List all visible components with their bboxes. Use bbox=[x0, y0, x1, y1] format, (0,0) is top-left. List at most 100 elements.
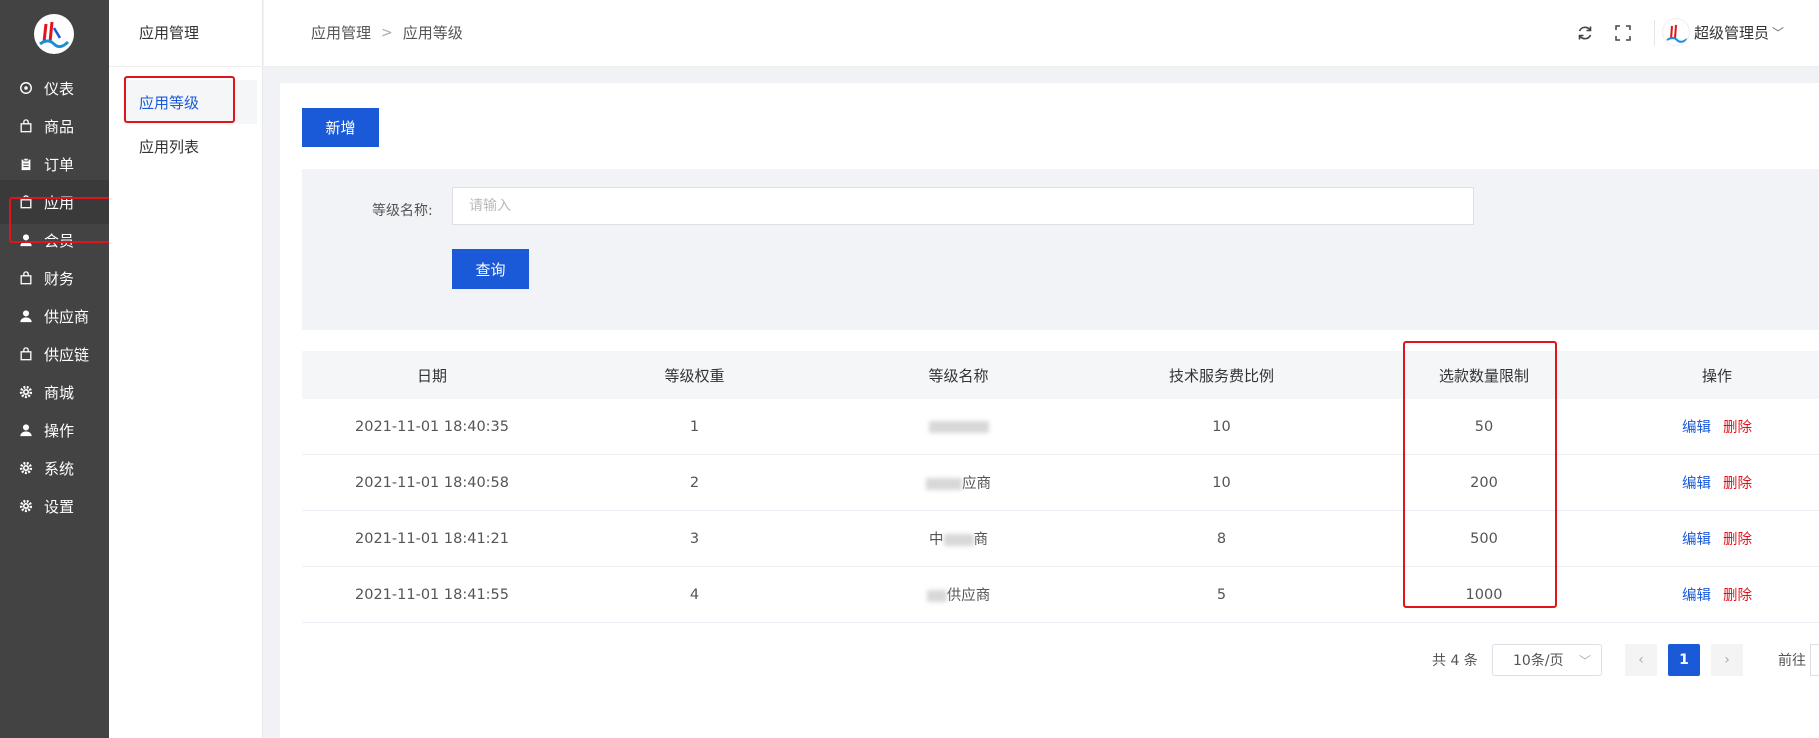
limit-cell: 1000 bbox=[1465, 586, 1503, 603]
sidebar-item-label: 操作 bbox=[44, 421, 75, 440]
limit-cell: 50 bbox=[1474, 418, 1494, 435]
actions-cell: 编辑 删除 bbox=[1615, 528, 1819, 549]
date-cell: 2021-11-01 18:40:58 bbox=[355, 474, 509, 491]
column-header: 操作 bbox=[1701, 366, 1732, 385]
edit-button[interactable]: 编辑 bbox=[1682, 528, 1711, 549]
sub-sidebar: 应用管理 应用等级 应用列表 bbox=[109, 0, 263, 738]
sub-item-label: 应用列表 bbox=[139, 137, 200, 156]
delete-button[interactable]: 删除 bbox=[1723, 528, 1752, 549]
sidebar-item-label: 供应商 bbox=[44, 307, 90, 326]
delete-button[interactable]: 删除 bbox=[1723, 584, 1752, 605]
user-name: 超级管理员 bbox=[1694, 23, 1770, 42]
weight-cell: 1 bbox=[689, 418, 700, 435]
clipboard-icon bbox=[18, 156, 34, 172]
table-header: 日期 等级权重 等级名称 技术服务费比例 选款数量限制 操作 bbox=[302, 351, 1819, 399]
actions-cell: 编辑 删除 bbox=[1615, 472, 1819, 493]
table-row: 2021-11-01 18:41:55 4 供应商 5 1000 编辑 删除 bbox=[302, 567, 1819, 623]
redacted-text bbox=[928, 420, 989, 433]
edit-button[interactable]: 编辑 bbox=[1682, 416, 1711, 437]
sub-sidebar-title: 应用管理 bbox=[139, 24, 200, 42]
edit-button[interactable]: 编辑 bbox=[1682, 584, 1711, 605]
redacted-text bbox=[943, 534, 974, 546]
sidebar-item-label: 财务 bbox=[44, 269, 75, 288]
next-page-button[interactable]: › bbox=[1711, 644, 1743, 676]
breadcrumb-separator: > bbox=[381, 24, 393, 41]
sidebar-item-label: 应用 bbox=[44, 193, 75, 212]
sidebar-item-label: 订单 bbox=[44, 155, 75, 174]
sidebar-item-label: 供应链 bbox=[44, 345, 90, 364]
column-header: 等级权重 bbox=[664, 366, 725, 385]
gear-icon bbox=[18, 460, 34, 476]
add-button[interactable]: 新增 bbox=[302, 108, 379, 147]
user-icon bbox=[18, 308, 34, 324]
sidebar-item-label: 商城 bbox=[44, 383, 75, 402]
gear-icon bbox=[18, 384, 34, 400]
gear-icon bbox=[18, 498, 34, 514]
date-cell: 2021-11-01 18:40:35 bbox=[355, 418, 509, 435]
user-menu[interactable]: 超级管理员 ﹀ bbox=[1662, 18, 1784, 46]
user-icon bbox=[18, 232, 34, 248]
column-header: 日期 bbox=[416, 366, 447, 385]
page-size-value: 10条/页 bbox=[1513, 653, 1564, 669]
goto-label: 前往 bbox=[1778, 653, 1806, 669]
name-cell: 应商 bbox=[827, 472, 1090, 493]
page-size-select[interactable]: 10条/页 ﹀ bbox=[1492, 644, 1602, 676]
edit-button[interactable]: 编辑 bbox=[1682, 472, 1711, 493]
refresh-icon[interactable] bbox=[1576, 24, 1596, 44]
fee-cell: 8 bbox=[1216, 530, 1227, 547]
actions-cell: 编辑 删除 bbox=[1615, 584, 1819, 605]
table-row: 2021-11-01 18:40:35 1 10 50 编辑 删除 bbox=[302, 399, 1819, 455]
avatar bbox=[1662, 18, 1690, 46]
prev-page-button[interactable]: ‹ bbox=[1625, 644, 1657, 676]
logo-icon[interactable] bbox=[34, 14, 74, 54]
delete-button[interactable]: 删除 bbox=[1723, 416, 1752, 437]
goto-page-input[interactable] bbox=[1810, 644, 1819, 676]
redacted-text bbox=[926, 590, 947, 602]
name-cell: 供应商 bbox=[827, 584, 1090, 605]
delete-button[interactable]: 删除 bbox=[1723, 472, 1752, 493]
pagination-total: 共 4 条 bbox=[1432, 653, 1478, 669]
fullscreen-icon[interactable] bbox=[1614, 24, 1634, 44]
search-panel: 等级名称: 查询 bbox=[302, 169, 1819, 330]
bag-icon bbox=[18, 118, 34, 134]
levels-table: 日期 等级权重 等级名称 技术服务费比例 选款数量限制 操作 2021-11-0… bbox=[302, 351, 1819, 623]
bag-icon bbox=[18, 194, 34, 210]
sidebar-item-label: 设置 bbox=[44, 497, 75, 516]
user-icon bbox=[18, 422, 34, 438]
table-row: 2021-11-01 18:40:58 2 应商 10 200 编辑 删除 bbox=[302, 455, 1819, 511]
breadcrumb: 应用管理 > 应用等级 bbox=[311, 22, 463, 43]
name-cell bbox=[827, 419, 1090, 435]
dashboard-icon bbox=[18, 80, 34, 96]
date-cell: 2021-11-01 18:41:21 bbox=[355, 530, 509, 547]
divider bbox=[109, 66, 263, 67]
name-text: 中 bbox=[929, 532, 944, 548]
weight-cell: 4 bbox=[689, 586, 700, 603]
table-row: 2021-11-01 18:41:21 3 中商 8 500 编辑 删除 bbox=[302, 511, 1819, 567]
divider bbox=[1654, 20, 1655, 46]
bag-icon bbox=[18, 346, 34, 362]
chevron-down-icon: ﹀ bbox=[1772, 25, 1785, 40]
main-content: 新增 等级名称: 查询 日期 等级权重 等级名称 技术服务费比例 选款数量限制 … bbox=[280, 83, 1819, 738]
limit-cell: 500 bbox=[1470, 530, 1498, 547]
sidebar-item-label: 会员 bbox=[44, 231, 75, 250]
search-label: 等级名称: bbox=[372, 203, 433, 219]
breadcrumb-item[interactable]: 应用管理 bbox=[311, 22, 371, 43]
level-name-input[interactable] bbox=[452, 187, 1474, 225]
fee-cell: 5 bbox=[1216, 586, 1227, 603]
column-header: 选款数量限制 bbox=[1438, 366, 1529, 385]
name-text: 商 bbox=[973, 532, 989, 548]
sub-item-app-levels[interactable]: 应用等级 bbox=[123, 80, 257, 124]
sidebar-item-settings[interactable]: 设置 bbox=[0, 484, 109, 528]
name-text: 应商 bbox=[962, 476, 991, 492]
redacted-text bbox=[926, 478, 962, 490]
page-number-button[interactable]: 1 bbox=[1668, 644, 1700, 676]
sidebar-item-label: 仪表 bbox=[44, 79, 75, 98]
main-sidebar: 仪表 商品 订单 应用 会员 财务 供应商 供应链 商城 操作 系统 设置 bbox=[0, 0, 109, 738]
breadcrumb-item: 应用等级 bbox=[402, 24, 463, 42]
actions-cell: 编辑 删除 bbox=[1615, 416, 1819, 437]
sub-item-app-list[interactable]: 应用列表 bbox=[123, 124, 257, 168]
fee-cell: 10 bbox=[1212, 418, 1231, 435]
query-button[interactable]: 查询 bbox=[452, 249, 529, 289]
limit-cell: 200 bbox=[1470, 474, 1498, 491]
name-cell: 中商 bbox=[827, 528, 1090, 549]
